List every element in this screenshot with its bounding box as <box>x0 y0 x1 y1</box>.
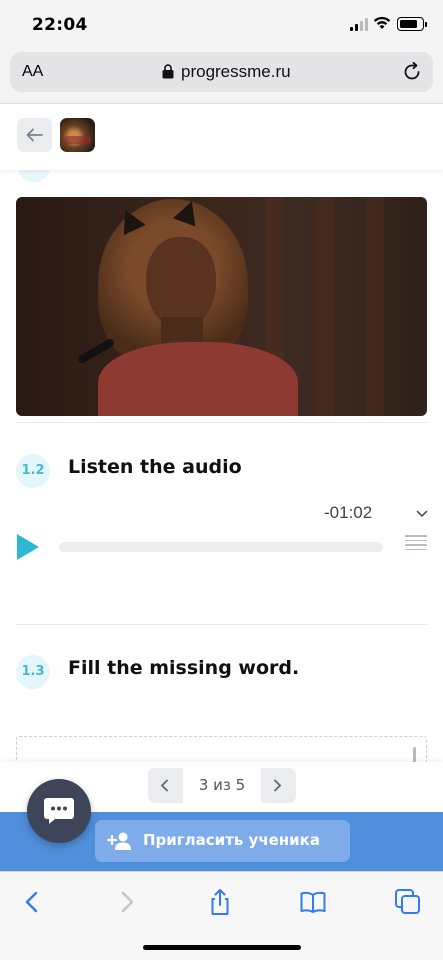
page-header <box>0 104 443 170</box>
chat-button[interactable] <box>27 779 91 843</box>
lock-icon <box>162 64 174 79</box>
chevron-left-icon <box>160 779 168 792</box>
section-title: Fill the missing word. <box>68 657 300 679</box>
audio-time-remaining: -01:02 <box>324 503 373 522</box>
reload-icon[interactable] <box>401 61 423 83</box>
forward-icon[interactable] <box>112 888 140 916</box>
bookmarks-icon[interactable] <box>299 888 327 916</box>
section-number-badge: 1.2 <box>16 454 50 488</box>
invite-label: Пригласить ученика <box>143 831 320 849</box>
text-size-button[interactable]: AA <box>22 63 43 81</box>
address-bar[interactable]: AA progressme.ru <box>10 52 433 92</box>
playlist-icon[interactable] <box>405 535 427 550</box>
share-icon[interactable] <box>206 888 234 916</box>
section-divider <box>16 422 427 423</box>
page-indicator: 3 из 5 <box>183 768 261 803</box>
back-arrow-icon <box>26 128 43 142</box>
section-title: Listen the audio <box>68 456 242 478</box>
chat-bubble-icon <box>44 798 74 824</box>
home-indicator <box>143 945 301 950</box>
video-player[interactable] <box>16 197 427 416</box>
course-avatar[interactable] <box>60 118 95 152</box>
add-person-icon <box>107 832 131 850</box>
prev-page-button[interactable] <box>148 768 183 803</box>
tabs-icon[interactable] <box>394 888 422 916</box>
back-icon[interactable] <box>19 888 47 916</box>
status-bar: 22:04 <box>0 0 443 48</box>
pager: 3 из 5 <box>148 768 296 803</box>
play-button[interactable] <box>17 534 39 560</box>
wifi-icon <box>373 16 391 29</box>
status-time: 22:04 <box>32 15 88 35</box>
next-page-button[interactable] <box>261 768 296 803</box>
browser-address-area: AA progressme.ru <box>0 48 443 104</box>
chevron-down-icon[interactable] <box>416 510 428 518</box>
back-button[interactable] <box>17 118 52 152</box>
section-number-badge: 1.3 <box>16 655 50 689</box>
chevron-right-icon <box>274 779 282 792</box>
signal-icon <box>350 18 370 31</box>
battery-icon <box>397 17 427 31</box>
invite-student-button[interactable]: Пригласить ученика <box>95 820 350 862</box>
audio-progress-bar[interactable] <box>59 542 383 552</box>
section-divider <box>16 624 427 625</box>
url-text[interactable]: progressme.ru <box>181 62 291 82</box>
